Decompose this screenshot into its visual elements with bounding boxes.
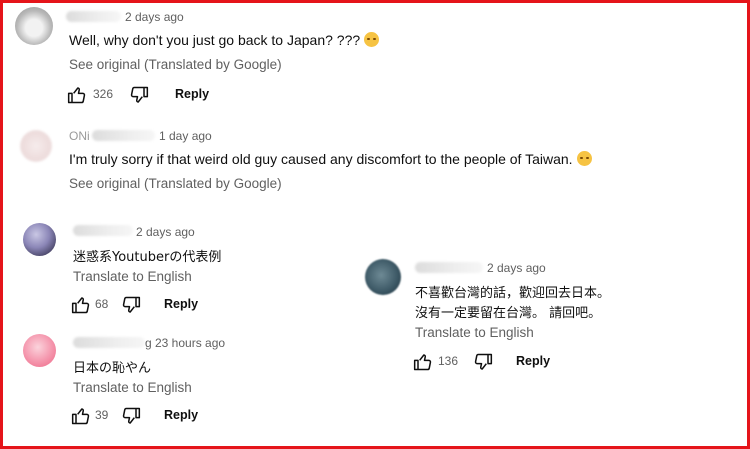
author-name[interactable] [73, 225, 133, 236]
avatar[interactable] [365, 259, 401, 295]
comment-actions: 68 Reply [71, 295, 201, 315]
avatar[interactable] [15, 7, 53, 45]
author-name[interactable] [66, 11, 121, 22]
thumbs-up-icon[interactable] [71, 406, 91, 426]
thumbs-down-icon[interactable] [473, 352, 493, 372]
comment-actions: 136 Reply [413, 352, 553, 372]
thumbs-up-icon[interactable] [413, 352, 433, 372]
comment-text: 日本の恥やん [73, 361, 152, 376]
comment-text: Well, why don't you just go back to Japa… [69, 32, 380, 48]
thumbs-up-icon[interactable] [71, 295, 91, 315]
avatar[interactable] [20, 130, 52, 162]
comment-timestamp[interactable]: 2 days ago [136, 225, 195, 239]
pensive-face-icon [576, 151, 592, 166]
like-count: 39 [95, 408, 109, 422]
author-name-prefix[interactable]: ONi [69, 129, 90, 143]
author-name-suffix[interactable]: g [145, 336, 152, 350]
like-count: 136 [438, 354, 459, 368]
comment-text: 迷惑系Youtuberの代表例 [73, 250, 222, 265]
comment-timestamp[interactable]: 1 day ago [159, 129, 212, 143]
reply-button[interactable]: Reply [164, 297, 198, 311]
see-original-link[interactable]: See original (Translated by Google) [69, 57, 282, 72]
see-original-link[interactable]: See original (Translated by Google) [69, 176, 282, 191]
comment-text: I'm truly sorry if that weird old guy ca… [69, 151, 592, 167]
like-count: 326 [93, 87, 114, 101]
thumbs-down-icon[interactable] [129, 85, 149, 105]
author-name[interactable] [73, 337, 145, 348]
reply-button[interactable]: Reply [175, 87, 209, 101]
translate-link[interactable]: Translate to English [415, 325, 534, 340]
comment-timestamp[interactable]: 2 days ago [487, 261, 546, 275]
translate-link[interactable]: Translate to English [73, 380, 192, 395]
translate-link[interactable]: Translate to English [73, 269, 192, 284]
comment-text-line-1: 不喜歡台灣的話，歡迎回去日本。 [415, 286, 611, 301]
thumbs-up-icon[interactable] [67, 85, 87, 105]
thumbs-down-icon[interactable] [121, 406, 141, 426]
like-count: 68 [95, 297, 109, 311]
comment-timestamp[interactable]: 2 days ago [125, 10, 184, 24]
author-name[interactable] [92, 130, 155, 141]
comment-timestamp[interactable]: 23 hours ago [155, 336, 225, 350]
comment-actions: 326 Reply [67, 85, 217, 105]
relieved-face-icon [364, 32, 380, 47]
comment-actions: 39 Reply [71, 406, 201, 426]
avatar[interactable] [23, 334, 56, 367]
reply-button[interactable]: Reply [164, 408, 198, 422]
author-name[interactable] [415, 262, 483, 273]
avatar[interactable] [23, 223, 56, 256]
reply-button[interactable]: Reply [516, 354, 550, 368]
comment-text-line-2: 沒有一定要留在台灣。 請回吧。 [415, 306, 602, 321]
thumbs-down-icon[interactable] [121, 295, 141, 315]
